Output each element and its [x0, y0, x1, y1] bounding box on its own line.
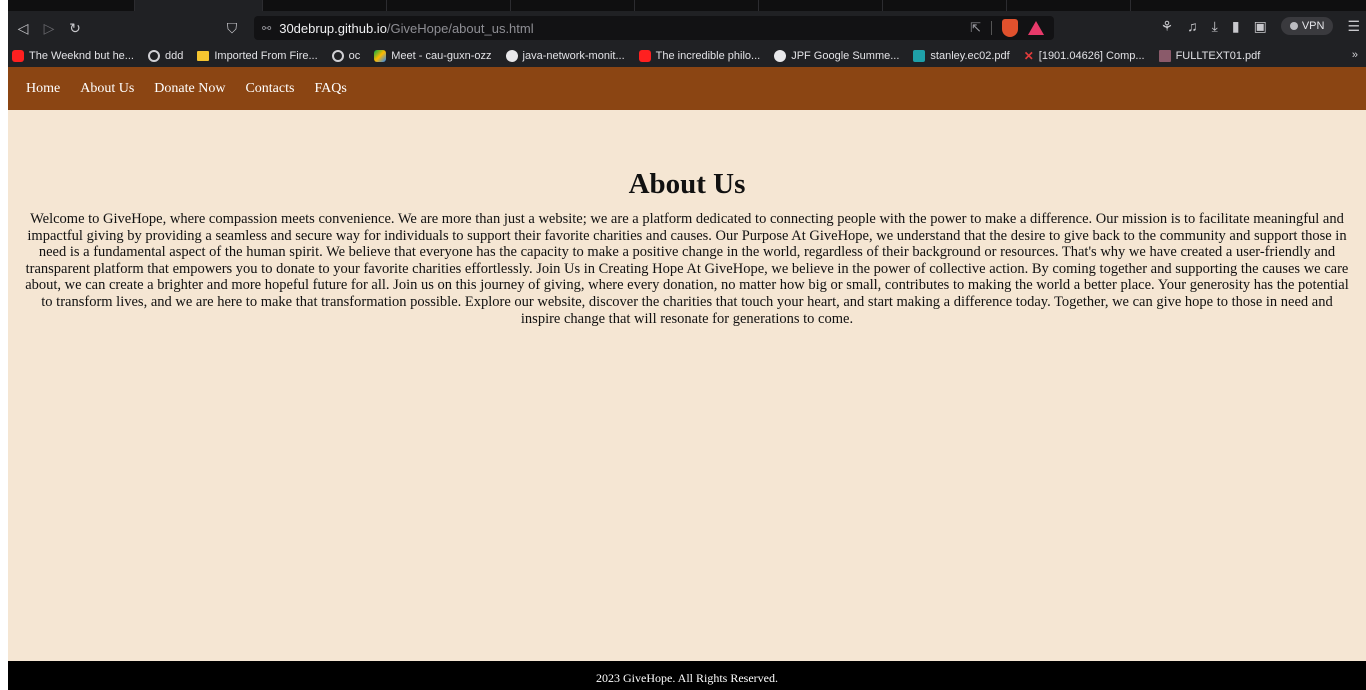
bookmark-label: JPF Google Summe...: [791, 50, 900, 62]
bookmarks-bar: The Weeknd but he... ddd Imported From F…: [8, 45, 1366, 67]
address-bar[interactable]: ⚯ 30debrup.github.io /GiveHope/about_us.…: [254, 16, 1054, 40]
vpn-status-icon: [1289, 22, 1298, 30]
bookmark-item[interactable]: ddd: [147, 50, 184, 62]
bookmark-label: java-network-monit...: [522, 50, 625, 62]
bookmark-item[interactable]: The incredible philo...: [638, 50, 761, 62]
bookmark-item[interactable]: JPF Google Summe...: [774, 50, 899, 62]
tab[interactable]: [1007, 0, 1131, 11]
arxiv-icon: ✕: [1023, 49, 1034, 63]
browser-chrome: ◁ ▷ ↻ ⛉ ⚯ 30debrup.github.io /GiveHope/a…: [8, 0, 1366, 67]
youtube-icon: [638, 50, 651, 62]
folder-icon: [197, 51, 210, 61]
globe-icon: [331, 50, 344, 62]
github-icon: [774, 50, 787, 62]
nav-link-about-us[interactable]: About Us: [80, 81, 134, 97]
tab[interactable]: [883, 0, 1007, 11]
divider: [991, 21, 992, 35]
vpn-button[interactable]: VPN: [1280, 17, 1334, 35]
bookmark-item[interactable]: The Weeknd but he...: [12, 50, 134, 62]
more-bookmarks-icon[interactable]: »: [1352, 49, 1358, 61]
about-paragraph: Welcome to GiveHope, where compassion me…: [25, 211, 1349, 327]
bookmark-page-icon[interactable]: ⛉: [222, 18, 242, 38]
bookmark-label: Imported From Fire...: [214, 50, 318, 62]
globe-icon: [147, 50, 160, 62]
bookmark-label: The Weeknd but he...: [29, 50, 134, 62]
tab[interactable]: [8, 0, 135, 11]
extensions-icon[interactable]: ⚘: [1161, 18, 1174, 35]
sidebar-icon[interactable]: ▮: [1232, 18, 1240, 35]
wallet-icon[interactable]: ▣: [1254, 18, 1267, 35]
tab[interactable]: [511, 0, 635, 11]
bookmark-label: The incredible philo...: [655, 50, 761, 62]
bookmark-label: [1901.04626] Comp...: [1038, 50, 1145, 62]
page-title: About Us: [628, 168, 746, 200]
vpn-label: VPN: [1301, 20, 1325, 32]
browser-toolbar: ◁ ▷ ↻ ⛉ ⚯ 30debrup.github.io /GiveHope/a…: [8, 11, 1366, 45]
tab-active[interactable]: [135, 0, 263, 11]
bookmark-label: ddd: [164, 50, 184, 62]
tab-strip: [8, 0, 1366, 11]
bookmark-label: oc: [348, 50, 361, 62]
footer-copyright: 2023 GiveHope. All Rights Reserved.: [596, 671, 778, 685]
bookmark-item[interactable]: java-network-monit...: [505, 50, 625, 62]
bookmark-label: FULLTEXT01.pdf: [1175, 50, 1261, 62]
nav-link-contacts[interactable]: Contacts: [245, 81, 294, 97]
brave-rewards-icon[interactable]: [1028, 21, 1044, 35]
site-footer: 2023 GiveHope. All Rights Reserved.: [8, 661, 1366, 690]
media-icon[interactable]: ♫: [1187, 18, 1198, 34]
bookmark-item[interactable]: ✕ [1901.04626] Comp...: [1024, 49, 1145, 63]
bookmark-item[interactable]: stanley.ec02.pdf: [913, 50, 1010, 62]
meet-icon: [374, 50, 387, 62]
site-nav: Home About Us Donate Now Contacts FAQs: [8, 67, 1366, 110]
bookmark-item[interactable]: oc: [331, 50, 361, 62]
download-icon[interactable]: ⤓: [1212, 18, 1218, 35]
pdf-icon: [1158, 50, 1171, 62]
left-gutter: [0, 0, 8, 690]
nn-icon: [913, 50, 926, 62]
menu-icon[interactable]: ☰: [1347, 18, 1360, 35]
tab[interactable]: [635, 0, 759, 11]
tab[interactable]: [759, 0, 883, 11]
site-info-icon[interactable]: ⚯: [262, 22, 271, 35]
tab[interactable]: [263, 0, 387, 11]
bookmark-item[interactable]: Meet - cau-guxn-ozz: [374, 50, 492, 62]
back-icon[interactable]: ◁: [12, 17, 34, 39]
main-content: About Us Welcome to GiveHope, where comp…: [8, 168, 1366, 327]
tab[interactable]: [387, 0, 511, 11]
bookmark-label: stanley.ec02.pdf: [930, 50, 1010, 62]
reload-icon[interactable]: ↻: [64, 17, 86, 39]
url-host: 30debrup.github.io: [279, 20, 387, 36]
bookmark-label: Meet - cau-guxn-ozz: [391, 50, 492, 62]
brave-shields-icon[interactable]: [1002, 19, 1018, 37]
github-icon: [505, 50, 518, 62]
web-page: Home About Us Donate Now Contacts FAQs A…: [8, 67, 1366, 690]
share-icon[interactable]: ⇱: [970, 20, 981, 36]
forward-icon[interactable]: ▷: [38, 17, 60, 39]
bookmark-item[interactable]: Imported From Fire...: [197, 50, 318, 62]
nav-link-home[interactable]: Home: [26, 81, 60, 97]
bookmark-item[interactable]: FULLTEXT01.pdf: [1158, 50, 1261, 62]
nav-link-donate-now[interactable]: Donate Now: [154, 81, 225, 97]
youtube-icon: [12, 50, 24, 62]
url-path: /GiveHope/about_us.html: [386, 20, 534, 36]
nav-link-faqs[interactable]: FAQs: [314, 81, 346, 97]
